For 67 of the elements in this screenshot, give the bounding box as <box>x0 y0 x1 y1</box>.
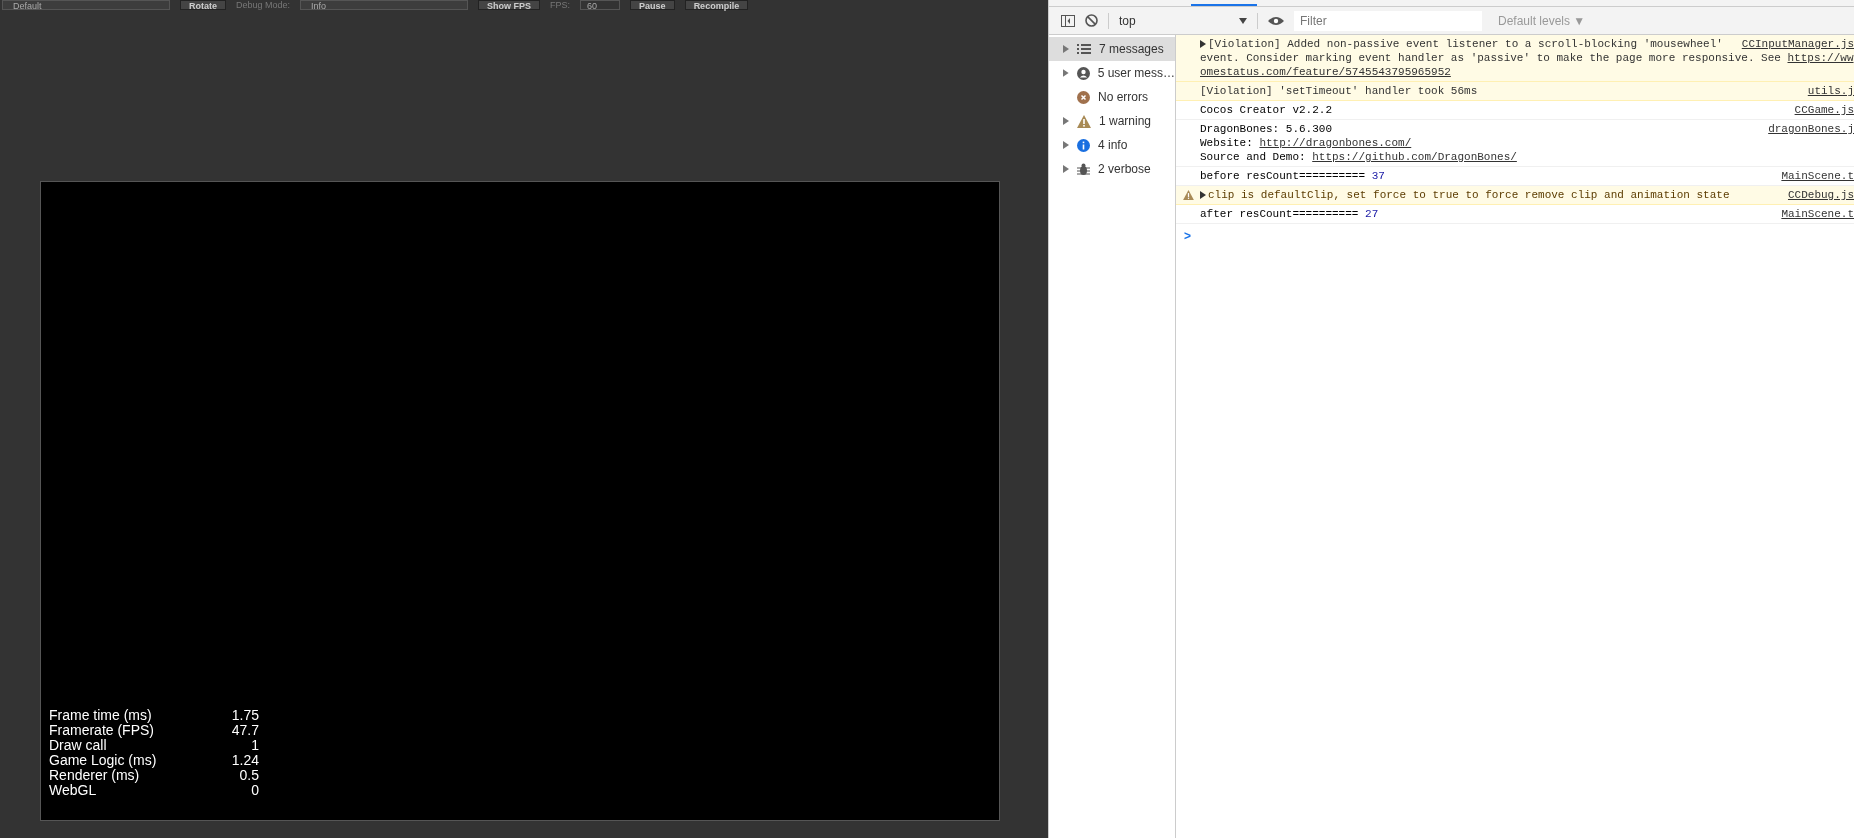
eye-icon[interactable] <box>1268 15 1284 26</box>
expand-arrow-icon[interactable] <box>1200 191 1206 199</box>
message-text: clip is defaultClip, set force to true to force remove clip and animation state <box>1208 188 1730 202</box>
field-label: FPS: <box>550 0 571 10</box>
sidebar-item[interactable]: 7 messages <box>1049 37 1175 61</box>
sidebar-item[interactable]: 2 verbose <box>1049 157 1175 181</box>
stat-value: 1.75 <box>230 708 259 723</box>
context-dropdown[interactable]: top <box>1119 13 1247 28</box>
stat-label: Frame time (ms) <box>49 708 153 723</box>
warning-icon <box>1077 114 1091 128</box>
input-field[interactable]: 60 <box>580 0 621 10</box>
message-link[interactable]: https://ww <box>1787 51 1854 65</box>
sidebar-item[interactable]: 5 user mess… <box>1049 61 1175 85</box>
stat-value: 0 <box>250 783 259 798</box>
source-link[interactable]: dragonBones.j <box>1768 122 1854 136</box>
bug-icon <box>1077 162 1090 176</box>
prompt-caret[interactable]: > <box>1184 229 1191 243</box>
message-text: before resCount========== <box>1200 169 1367 183</box>
message-text: DragonBones: 5.6.300 <box>1200 122 1333 136</box>
toolbar-button[interactable]: Pause <box>630 0 675 10</box>
message-text: Cocos Creator v2.2.2 <box>1200 103 1333 117</box>
clear-icon[interactable] <box>1085 14 1098 27</box>
stat-label: Renderer (ms) <box>49 768 140 783</box>
stat-label: WebGL <box>49 783 98 798</box>
stat-value: 1 <box>250 738 259 753</box>
message-text: Website: <box>1200 136 1254 150</box>
source-link[interactable]: MainScene.t <box>1781 169 1854 183</box>
source-link[interactable]: utils.j <box>1807 84 1854 98</box>
caret-icon <box>1239 17 1247 24</box>
source-link[interactable]: MainScene.t <box>1781 207 1854 221</box>
message-number: 27 <box>1365 207 1379 221</box>
message-text: Source and Demo: <box>1200 150 1307 164</box>
stat-label: Framerate (FPS) <box>49 723 155 738</box>
message-text: [Violation] Added non-passive event listener to a scroll-blocking 'mousewheel' <box>1208 37 1723 51</box>
field-label: Debug Mode: <box>236 0 291 10</box>
sidebar-item[interactable]: 4 info <box>1049 133 1175 157</box>
expand-arrow-icon[interactable] <box>1200 40 1206 48</box>
message-link[interactable]: http://dragonbones.com/ <box>1259 136 1412 150</box>
sidebar-item[interactable]: 1 warning <box>1049 109 1175 133</box>
user-icon <box>1076 66 1090 80</box>
stat-label: Game Logic (ms) <box>49 753 158 768</box>
source-link[interactable]: CCDebug.js <box>1788 188 1854 202</box>
message-text: after resCount========== <box>1200 207 1360 221</box>
error-icon <box>1077 90 1090 104</box>
toolbar-button[interactable]: Rotate <box>180 0 226 10</box>
message-text: [Violation] 'setTimeout' handler took 56ms <box>1200 84 1478 98</box>
toolbar-button[interactable]: Recompile <box>684 0 749 10</box>
dropdown[interactable]: Default <box>2 0 170 10</box>
list-icon <box>1077 43 1091 55</box>
info-icon <box>1077 138 1090 152</box>
tab-indicator <box>1191 4 1257 6</box>
message-number: 37 <box>1371 169 1385 183</box>
warning-icon <box>1182 190 1194 200</box>
sidebar-item[interactable]: No errors <box>1049 85 1175 109</box>
stat-value: 0.5 <box>238 768 259 783</box>
toolbar-button[interactable]: Show FPS <box>478 0 541 10</box>
stat-value: 1.24 <box>230 753 259 768</box>
source-link[interactable]: CCInputManager.js <box>1741 37 1854 51</box>
stat-value: 47.7 <box>230 723 259 738</box>
filter-field[interactable]: Filter <box>1294 10 1482 31</box>
dropdown[interactable]: Info <box>300 0 469 10</box>
message-link[interactable]: omestatus.com/feature/5745543795965952 <box>1200 65 1451 79</box>
sidebar-toggle-icon[interactable] <box>1061 14 1075 27</box>
message-text: event. Consider marking event handler as 'passive' to make the page more responsive. See <box>1200 51 1782 65</box>
stat-label: Draw call <box>49 738 108 753</box>
message-link[interactable]: https://github.com/DragonBones/ <box>1312 150 1517 164</box>
source-link[interactable]: CCGame.js <box>1794 103 1854 117</box>
